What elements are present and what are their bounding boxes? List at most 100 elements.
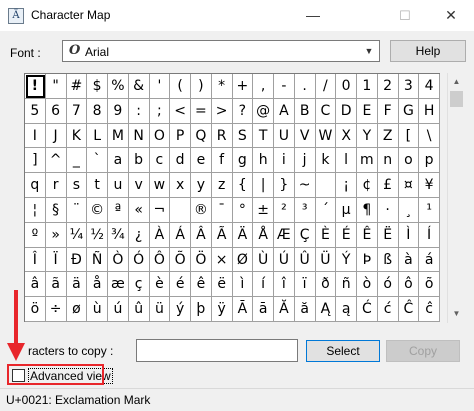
- char-cell[interactable]: Ì: [398, 222, 420, 248]
- char-cell[interactable]: º: [25, 222, 46, 248]
- char-cell[interactable]: Ë: [377, 222, 399, 248]
- char-cell[interactable]: m: [357, 148, 378, 174]
- char-cell[interactable]: G: [398, 98, 420, 124]
- char-cell[interactable]: £: [377, 173, 399, 198]
- char-cell[interactable]: z: [211, 173, 233, 198]
- char-cell[interactable]: ò: [357, 272, 378, 298]
- char-cell[interactable]: ý: [170, 297, 191, 322]
- char-cell[interactable]: H: [419, 98, 440, 124]
- char-cell[interactable]: Ú: [274, 247, 295, 273]
- char-cell[interactable]: ë: [211, 272, 233, 298]
- char-cell[interactable]: ñ: [336, 272, 357, 298]
- char-cell[interactable]: Ĉ: [398, 297, 420, 322]
- char-cell[interactable]: 4: [419, 74, 440, 99]
- scroll-up-arrow-icon[interactable]: ▲: [448, 74, 465, 90]
- char-cell[interactable]: ³: [294, 197, 316, 223]
- char-cell[interactable]: Ð: [66, 247, 88, 273]
- char-cell[interactable]: ć: [377, 297, 399, 322]
- minimize-button[interactable]: —: [290, 0, 336, 31]
- char-cell[interactable]: Ā: [232, 297, 254, 322]
- char-cell[interactable]: 6: [45, 98, 67, 124]
- char-cell[interactable]: Æ: [274, 222, 295, 248]
- char-cell[interactable]: ĉ: [419, 297, 440, 322]
- char-cell[interactable]: Ä: [232, 222, 254, 248]
- char-cell[interactable]: 8: [87, 98, 108, 124]
- char-cell[interactable]: 0: [336, 74, 357, 99]
- char-cell[interactable]: ú: [108, 297, 129, 322]
- char-cell[interactable]: F: [377, 98, 399, 124]
- char-cell[interactable]: Ö: [191, 247, 212, 273]
- char-cell[interactable]: ä: [66, 272, 88, 298]
- char-cell[interactable]: +: [232, 74, 254, 99]
- scroll-thumb[interactable]: [450, 91, 463, 107]
- char-cell[interactable]: |: [253, 173, 274, 198]
- char-cell[interactable]: ¢: [357, 173, 378, 198]
- char-cell[interactable]: s: [66, 173, 88, 198]
- char-cell[interactable]: Q: [191, 123, 212, 149]
- char-cell[interactable]: ´: [315, 197, 337, 223]
- char-cell[interactable]: @: [253, 98, 274, 124]
- char-cell[interactable]: 5: [25, 98, 46, 124]
- characters-to-copy-input[interactable]: [136, 339, 298, 362]
- char-cell[interactable]: ©: [87, 197, 108, 223]
- char-cell[interactable]: ¥: [419, 173, 440, 198]
- char-cell[interactable]: »: [45, 222, 67, 248]
- char-cell[interactable]: V: [294, 123, 316, 149]
- char-cell[interactable]: ø: [66, 297, 88, 322]
- char-cell[interactable]: !: [25, 74, 46, 99]
- char-cell[interactable]: Ü: [315, 247, 337, 273]
- char-cell[interactable]: A: [274, 98, 295, 124]
- char-cell[interactable]: L: [87, 123, 108, 149]
- char-cell[interactable]: {: [232, 173, 254, 198]
- char-cell[interactable]: Ó: [128, 247, 150, 273]
- scroll-down-arrow-icon[interactable]: ▼: [448, 306, 465, 322]
- char-cell[interactable]: n: [377, 148, 399, 174]
- char-cell[interactable]: ¸: [398, 197, 420, 223]
- char-cell[interactable]: ¤: [398, 173, 420, 198]
- char-cell[interactable]: t: [87, 173, 108, 198]
- char-cell[interactable]: v: [128, 173, 150, 198]
- char-cell[interactable]: µ: [336, 197, 357, 223]
- maximize-button[interactable]: ☐: [382, 0, 428, 31]
- char-cell[interactable]: è: [149, 272, 171, 298]
- char-cell[interactable]: æ: [108, 272, 129, 298]
- char-cell[interactable]: Ô: [149, 247, 171, 273]
- char-cell[interactable]: Î: [25, 247, 46, 273]
- char-cell[interactable]: R: [211, 123, 233, 149]
- char-cell[interactable]: ª: [108, 197, 129, 223]
- char-cell[interactable]: 1: [357, 74, 378, 99]
- char-cell[interactable]: ~: [294, 173, 316, 198]
- char-cell[interactable]: ö: [25, 297, 46, 322]
- char-cell[interactable]: I: [25, 123, 46, 149]
- char-cell[interactable]: ?: [232, 98, 254, 124]
- char-cell[interactable]: Õ: [170, 247, 191, 273]
- char-cell[interactable]: E: [357, 98, 378, 124]
- char-cell[interactable]: ã: [45, 272, 67, 298]
- char-cell[interactable]: a: [108, 148, 129, 174]
- char-cell[interactable]: ·: [377, 197, 399, 223]
- char-cell[interactable]: $: [87, 74, 108, 99]
- char-cell[interactable]: p: [419, 148, 440, 174]
- char-cell[interactable]: :: [128, 98, 150, 124]
- char-cell[interactable]: ±: [253, 197, 274, 223]
- char-cell[interactable]: i: [274, 148, 295, 174]
- char-cell[interactable]: O: [149, 123, 171, 149]
- help-button[interactable]: Help: [390, 40, 466, 62]
- char-cell[interactable]: [: [398, 123, 420, 149]
- char-cell[interactable]: o: [398, 148, 420, 174]
- char-cell[interactable]: Ê: [357, 222, 378, 248]
- char-cell[interactable]: u: [108, 173, 129, 198]
- char-cell[interactable]: ç: [128, 272, 150, 298]
- char-cell[interactable]: g: [232, 148, 254, 174]
- char-cell[interactable]: U: [274, 123, 295, 149]
- char-cell[interactable]: Ý: [336, 247, 357, 273]
- char-cell[interactable]: ê: [191, 272, 212, 298]
- char-cell[interactable]: M: [108, 123, 129, 149]
- char-cell[interactable]: l: [336, 148, 357, 174]
- char-cell[interactable]: .: [294, 74, 316, 99]
- char-cell[interactable]: Ć: [357, 297, 378, 322]
- char-cell[interactable]: î: [274, 272, 295, 298]
- char-cell[interactable]: <: [170, 98, 191, 124]
- char-cell[interactable]: ¨: [66, 197, 88, 223]
- char-cell[interactable]: ù: [87, 297, 108, 322]
